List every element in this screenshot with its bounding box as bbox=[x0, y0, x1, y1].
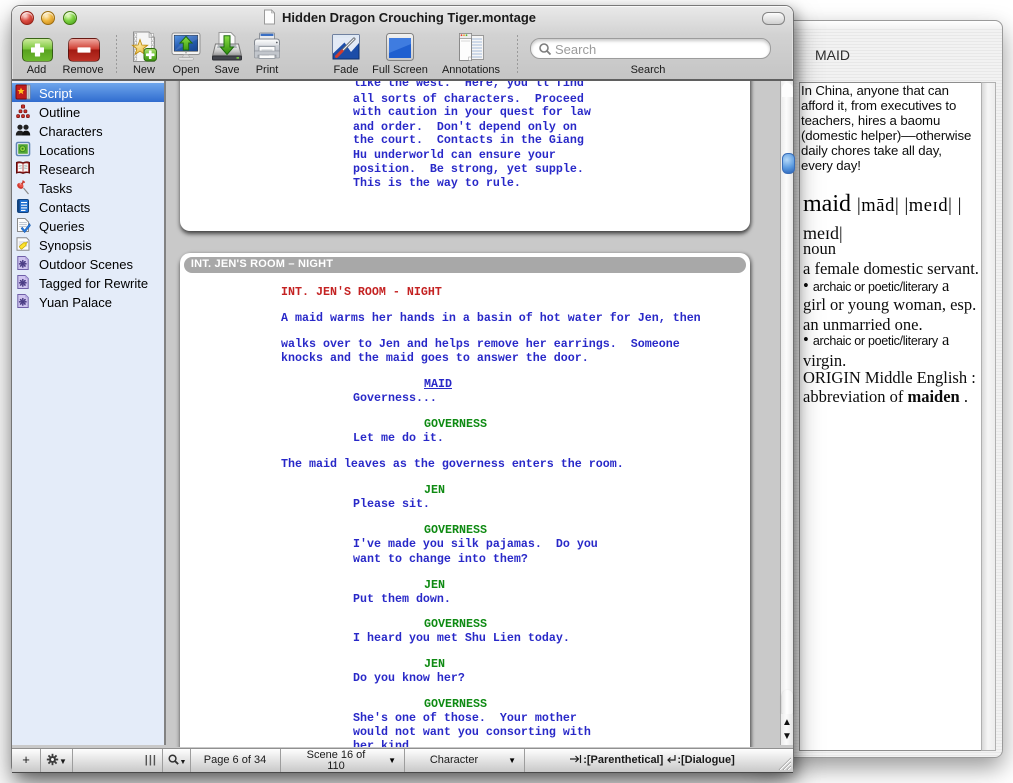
svg-text:❋: ❋ bbox=[19, 278, 28, 289]
svg-text:❋: ❋ bbox=[19, 259, 28, 270]
svg-text:❋: ❋ bbox=[19, 297, 28, 308]
